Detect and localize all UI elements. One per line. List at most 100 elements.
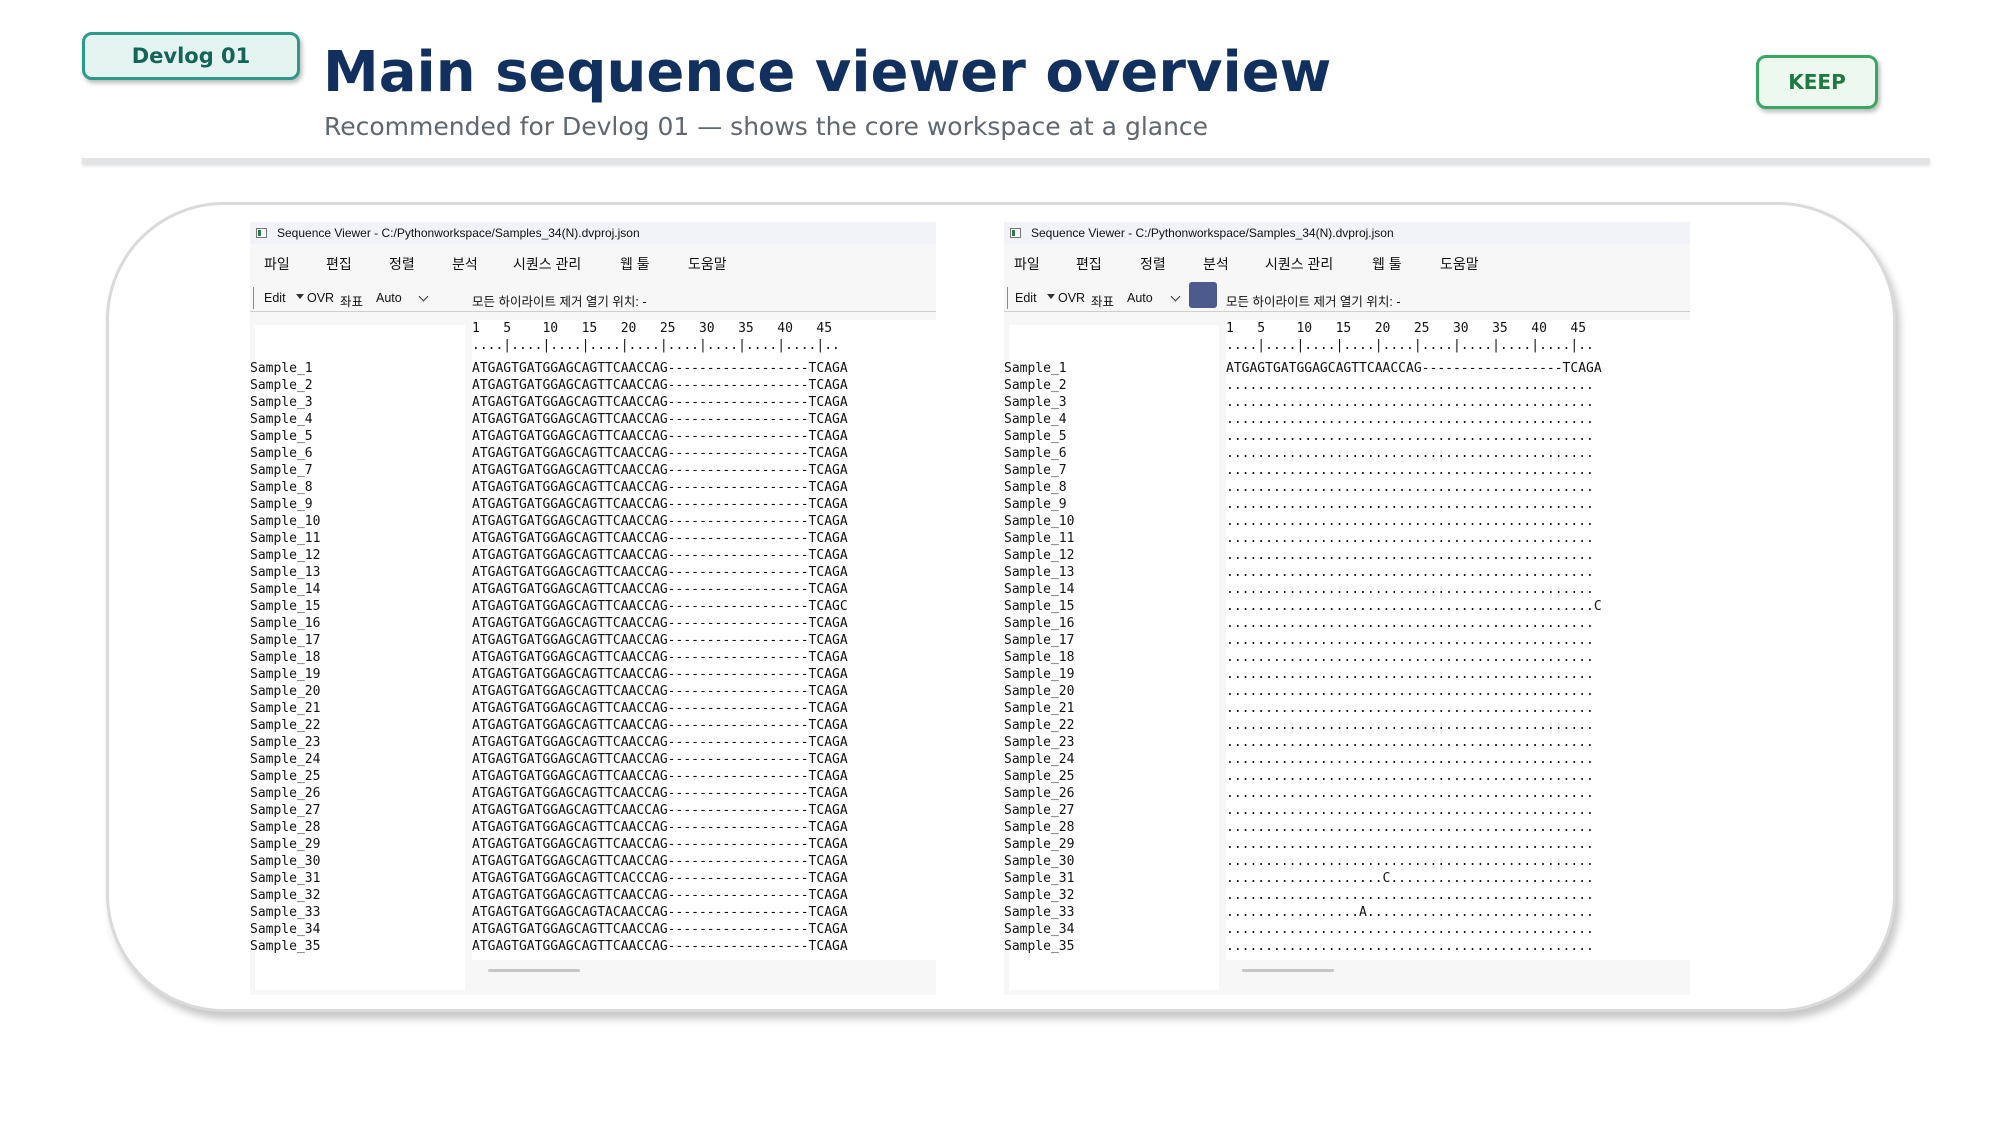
- sequence-row[interactable]: ATGAGTGATGGAGCAGTTCAACCAG---------------…: [472, 615, 848, 632]
- sequence-row[interactable]: ........................................…: [1226, 547, 1602, 564]
- sequence-row[interactable]: ATGAGTGATGGAGCAGTTCAACCAG---------------…: [472, 802, 848, 819]
- sequence-row[interactable]: ATGAGTGATGGAGCAGTTCAACCAG---------------…: [472, 666, 848, 683]
- sequence-row[interactable]: ........................................…: [1226, 700, 1602, 717]
- horizontal-scrollbar[interactable]: [1242, 969, 1334, 972]
- sequence-rows[interactable]: ATGAGTGATGGAGCAGTTCAACCAG---------------…: [472, 360, 848, 955]
- menu-edit[interactable]: 편집: [326, 254, 352, 274]
- sequence-row[interactable]: ........................................…: [1226, 887, 1602, 904]
- sequence-row[interactable]: ATGAGTGATGGAGCAGTTCAACCAG---------------…: [472, 819, 848, 836]
- sequence-row[interactable]: ........................................…: [1226, 683, 1602, 700]
- sequence-row[interactable]: ATGAGTGATGGAGCAGTTCAACCAG---------------…: [472, 564, 848, 581]
- sequence-row[interactable]: ........................................…: [1226, 428, 1602, 445]
- sequence-row[interactable]: ATGAGTGATGGAGCAGTTCAACCAG---------------…: [472, 428, 848, 445]
- menu-sort[interactable]: 정렬: [1140, 254, 1166, 274]
- menu-edit[interactable]: 편집: [1076, 254, 1102, 274]
- sequence-row[interactable]: ATGAGTGATGGAGCAGTTCAACCAG---------------…: [472, 411, 848, 428]
- chevron-down-icon[interactable]: [1170, 291, 1181, 302]
- caret-down-icon[interactable]: [1047, 294, 1055, 299]
- menu-analysis[interactable]: 분석: [1203, 254, 1229, 274]
- sequence-row[interactable]: ........................................…: [1226, 530, 1602, 547]
- sequence-row[interactable]: ........................................…: [1226, 751, 1602, 768]
- sequence-row[interactable]: ATGAGTGATGGAGCAGTTCAACCAG---------------…: [1226, 360, 1602, 377]
- sequence-row[interactable]: ........................................…: [1226, 479, 1602, 496]
- sequence-row[interactable]: ........................................…: [1226, 819, 1602, 836]
- highlight-color-button[interactable]: [1189, 282, 1217, 308]
- sequence-row[interactable]: ATGAGTGATGGAGCAGTTCAACCAG---------------…: [472, 632, 848, 649]
- sequence-row[interactable]: ........................................…: [1226, 394, 1602, 411]
- sequence-row[interactable]: ........................................…: [1226, 921, 1602, 938]
- sequence-row[interactable]: ........................................…: [1226, 853, 1602, 870]
- coord-select[interactable]: Auto: [376, 291, 402, 305]
- sequence-row[interactable]: ATGAGTGATGGAGCAGTTCAACCAG---------------…: [472, 921, 848, 938]
- sequence-row[interactable]: ATGAGTGATGGAGCAGTTCAACCAG---------------…: [472, 683, 848, 700]
- sequence-row[interactable]: ........................................…: [1226, 496, 1602, 513]
- sequence-row[interactable]: .................A......................…: [1226, 904, 1602, 921]
- sequence-row[interactable]: ATGAGTGATGGAGCAGTTCAACCAG---------------…: [472, 598, 848, 615]
- sequence-row[interactable]: ATGAGTGATGGAGCAGTTCAACCAG---------------…: [472, 496, 848, 513]
- sequence-row[interactable]: ........................................…: [1226, 462, 1602, 479]
- sequence-row[interactable]: ........................................…: [1226, 411, 1602, 428]
- sequence-row[interactable]: ........................................…: [1226, 564, 1602, 581]
- sequence-row[interactable]: ........................................…: [1226, 513, 1602, 530]
- sequence-row[interactable]: ........................................…: [1226, 377, 1602, 394]
- sequence-row[interactable]: ........................................…: [1226, 768, 1602, 785]
- keep-badge[interactable]: KEEP: [1756, 55, 1878, 109]
- mode-select[interactable]: Edit: [264, 291, 286, 305]
- sequence-row[interactable]: ........................................…: [1226, 649, 1602, 666]
- sequence-row[interactable]: ....................C...................…: [1226, 870, 1602, 887]
- sequence-row[interactable]: ATGAGTGATGGAGCAGTTCAACCAG---------------…: [472, 462, 848, 479]
- menu-web-tools[interactable]: 웹 툴: [620, 254, 650, 274]
- horizontal-scrollbar[interactable]: [488, 969, 580, 972]
- menu-file[interactable]: 파일: [264, 254, 290, 274]
- sequence-row[interactable]: ........................................…: [1226, 785, 1602, 802]
- menu-sequence-manage[interactable]: 시퀀스 관리: [1265, 254, 1333, 274]
- menu-sequence-manage[interactable]: 시퀀스 관리: [513, 254, 581, 274]
- sequence-row[interactable]: ........................................…: [1226, 615, 1602, 632]
- menu-web-tools[interactable]: 웹 툴: [1372, 254, 1402, 274]
- sequence-row[interactable]: ATGAGTGATGGAGCAGTTCAACCAG---------------…: [472, 547, 848, 564]
- sequence-row[interactable]: ATGAGTGATGGAGCAGTTCAACCAG---------------…: [472, 700, 848, 717]
- status-text[interactable]: 모든 하이라이트 제거 열기 위치: -: [472, 291, 647, 310]
- status-text[interactable]: 모든 하이라이트 제거 열기 위치: -: [1226, 291, 1401, 310]
- sequence-row[interactable]: ........................................…: [1226, 717, 1602, 734]
- sequence-row[interactable]: ATGAGTGATGGAGCAGTTCAACCAG---------------…: [472, 853, 848, 870]
- sequence-row[interactable]: ATGAGTGATGGAGCAGTTCAACCAG---------------…: [472, 513, 848, 530]
- sequence-row[interactable]: ........................................…: [1226, 734, 1602, 751]
- sequence-row[interactable]: ATGAGTGATGGAGCAGTTCAACCAG---------------…: [472, 394, 848, 411]
- sequence-row[interactable]: ATGAGTGATGGAGCAGTTCAACCAG---------------…: [472, 360, 848, 377]
- menu-sort[interactable]: 정렬: [389, 254, 415, 274]
- sequence-row[interactable]: ATGAGTGATGGAGCAGTTCAACCAG---------------…: [472, 581, 848, 598]
- sequence-row[interactable]: ATGAGTGATGGAGCAGTTCAACCAG---------------…: [472, 649, 848, 666]
- chevron-down-icon[interactable]: [418, 291, 429, 302]
- ovr-indicator[interactable]: OVR: [1058, 291, 1085, 305]
- menu-help[interactable]: 도움말: [688, 254, 727, 274]
- sequence-row[interactable]: ATGAGTGATGGAGCAGTTCAACCAG---------------…: [472, 717, 848, 734]
- sequence-row[interactable]: ........................................…: [1226, 598, 1602, 615]
- sequence-row[interactable]: ATGAGTGATGGAGCAGTTCAACCAG---------------…: [472, 445, 848, 462]
- caret-down-icon[interactable]: [296, 294, 304, 299]
- sequence-row[interactable]: ATGAGTGATGGAGCAGTTCAACCAG---------------…: [472, 785, 848, 802]
- sequence-row[interactable]: ........................................…: [1226, 802, 1602, 819]
- sequence-row[interactable]: ........................................…: [1226, 632, 1602, 649]
- sequence-row[interactable]: ATGAGTGATGGAGCAGTTCAACCAG---------------…: [472, 836, 848, 853]
- mode-select[interactable]: Edit: [1015, 291, 1037, 305]
- menu-help[interactable]: 도움말: [1440, 254, 1479, 274]
- sequence-row[interactable]: ATGAGTGATGGAGCAGTTCACCCAG---------------…: [472, 870, 848, 887]
- sequence-row[interactable]: ........................................…: [1226, 445, 1602, 462]
- coord-select[interactable]: Auto: [1127, 291, 1153, 305]
- menu-analysis[interactable]: 분석: [452, 254, 478, 274]
- sequence-row[interactable]: ........................................…: [1226, 938, 1602, 955]
- sequence-row[interactable]: ATGAGTGATGGAGCAGTTCAACCAG---------------…: [472, 530, 848, 547]
- sequence-row[interactable]: ATGAGTGATGGAGCAGTTCAACCAG---------------…: [472, 751, 848, 768]
- sequence-row[interactable]: ........................................…: [1226, 666, 1602, 683]
- sequence-row[interactable]: ........................................…: [1226, 836, 1602, 853]
- sequence-row[interactable]: ........................................…: [1226, 581, 1602, 598]
- sequence-row[interactable]: ATGAGTGATGGAGCAGTTCAACCAG---------------…: [472, 887, 848, 904]
- sequence-row[interactable]: ATGAGTGATGGAGCAGTACAACCAG---------------…: [472, 904, 848, 921]
- sequence-row[interactable]: ATGAGTGATGGAGCAGTTCAACCAG---------------…: [472, 734, 848, 751]
- sequence-row[interactable]: ATGAGTGATGGAGCAGTTCAACCAG---------------…: [472, 938, 848, 955]
- menu-file[interactable]: 파일: [1014, 254, 1040, 274]
- sequence-row[interactable]: ATGAGTGATGGAGCAGTTCAACCAG---------------…: [472, 768, 848, 785]
- sequence-row[interactable]: ATGAGTGATGGAGCAGTTCAACCAG---------------…: [472, 479, 848, 496]
- sequence-rows[interactable]: ATGAGTGATGGAGCAGTTCAACCAG---------------…: [1226, 360, 1602, 955]
